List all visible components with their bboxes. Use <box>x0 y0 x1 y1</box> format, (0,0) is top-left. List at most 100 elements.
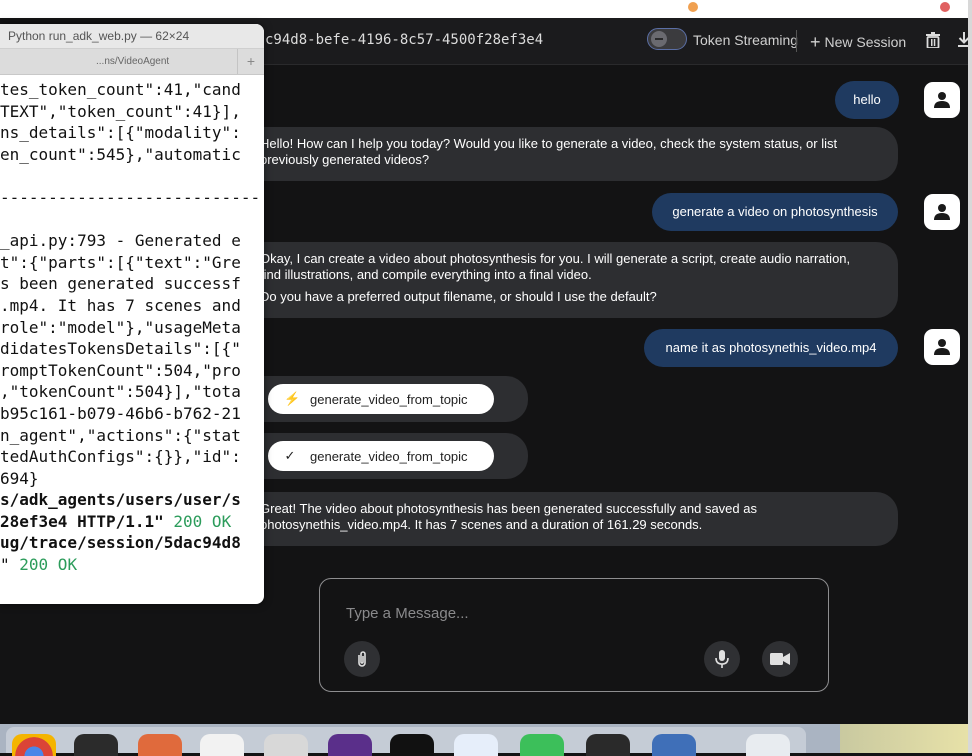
terminal-line-text: role":"model"},"usageMeta <box>0 317 241 337</box>
user-avatar-icon <box>924 194 960 230</box>
terminal-line: ns_details":[{"modality": <box>0 122 264 144</box>
terminal-line <box>0 165 264 187</box>
terminal-line: ug/trace/session/5dac94d8 <box>0 532 264 554</box>
terminal-line-text: ns_details":[{"modality": <box>0 123 241 143</box>
terminal-line-text: TEXT","token_count":41}], <box>0 101 241 121</box>
terminal-line: 694} <box>0 468 264 490</box>
toggle-knob <box>651 31 667 47</box>
terminal-output: tes_token_count":41,"cand TEXT","token_co… <box>0 75 264 576</box>
window-edge <box>968 0 972 753</box>
mic-button[interactable] <box>704 641 740 677</box>
message-text: hello <box>853 92 881 107</box>
terminal-line: romptTokenCount":504,"pro <box>0 360 264 382</box>
terminal-line: 28ef3e4 HTTP/1.1" 200 OK <box>0 511 264 533</box>
user-message: name it as photosynethis_video.mp4 <box>644 329 898 367</box>
terminal-tab[interactable]: ...ns/VideoAgent <box>96 56 169 67</box>
bot-message: Great! The video about photosynthesis ha… <box>260 492 898 546</box>
terminal-line-text: tes_token_count":41,"cand <box>0 80 241 99</box>
terminal-line-text: 694} <box>0 468 39 488</box>
checkmark-icon: ✓ <box>284 448 296 463</box>
terminal-line <box>0 209 264 231</box>
paperclip-icon <box>358 651 366 667</box>
video-camera-icon <box>770 653 790 665</box>
terminal-line: ,"tokenCount":504}],"tota <box>0 381 264 403</box>
terminal-title-bar: Python run_adk_web.py — 62×24 <box>0 24 264 49</box>
terminal-line-text: t":{"parts":[{"text":"Gre <box>0 252 241 272</box>
user-avatar-icon <box>924 82 960 118</box>
tool-result-label: generate_video_from_topic <box>310 448 468 464</box>
new-session-label: New Session <box>824 34 907 50</box>
terminal-line-text <box>0 210 10 229</box>
token-streaming-toggle[interactable] <box>647 28 687 50</box>
plus-icon: + <box>810 32 821 52</box>
terminal-line-text <box>0 166 10 185</box>
message-composer <box>319 578 829 692</box>
terminal-line: didatesTokensDetails":[{" <box>0 338 264 360</box>
terminal-line-text: s/adk_agents/users/user/s <box>0 490 241 510</box>
terminal-line-text: 28ef3e4 HTTP/1.1" <box>0 511 164 531</box>
terminal-line: s been generated successf <box>0 273 264 295</box>
token-streaming-label: Token Streaming <box>693 32 799 48</box>
user-message: hello <box>835 81 899 119</box>
terminal-line-text: --------------------------- <box>0 187 261 207</box>
tool-call-label: generate_video_from_topic <box>310 391 468 407</box>
microphone-icon <box>715 650 729 668</box>
terminal-line: TEXT","token_count":41}], <box>0 101 264 123</box>
terminal-line-text: romptTokenCount":504,"pro <box>0 360 241 380</box>
terminal-line: role":"model"},"usageMeta <box>0 317 264 339</box>
message-text: Do you have a preferred output filename,… <box>260 289 657 304</box>
user-avatar-icon <box>924 329 960 365</box>
message-text: Okay, I can create a video about photosy… <box>260 251 851 282</box>
terminal-line: t":{"parts":[{"text":"Gre <box>0 252 264 274</box>
terminal-window: Python run_adk_web.py — 62×24 ...ns/Vide… <box>0 24 264 604</box>
terminal-line: .mp4. It has 7 scenes and <box>0 295 264 317</box>
menu-bar-strip <box>0 0 972 18</box>
trash-icon[interactable] <box>926 32 940 48</box>
message-input[interactable] <box>344 601 788 625</box>
bot-message: Okay, I can create a video about photosy… <box>260 242 898 318</box>
chat-area: hello Hello! How can I help you today? W… <box>150 64 968 724</box>
message-text: name it as photosynethis_video.mp4 <box>665 340 877 355</box>
message-text: Great! The video about photosynthesis ha… <box>260 501 757 532</box>
terminal-line: " 200 OK <box>0 554 264 576</box>
http-status-ok: 200 OK <box>163 511 232 531</box>
dock <box>0 724 972 756</box>
terminal-line: b95c161-b079-46b6-b762-21 <box>0 403 264 425</box>
attach-button[interactable] <box>344 641 380 677</box>
terminal-line: --------------------------- <box>0 187 264 209</box>
terminal-title: Python run_adk_web.py — 62×24 <box>8 29 190 43</box>
terminal-line-text: didatesTokensDetails":[{" <box>0 339 241 359</box>
video-button[interactable] <box>762 641 798 677</box>
http-status-ok: 200 OK <box>9 555 78 575</box>
terminal-line: s/adk_agents/users/user/s <box>0 489 264 511</box>
terminal-line-text: ug/trace/session/5dac94d8 <box>0 533 241 553</box>
new-tab-button[interactable]: + <box>237 49 264 74</box>
terminal-tab-bar: ...ns/VideoAgent + <box>0 49 264 75</box>
tool-result-row: ✓ generate_video_from_topic <box>260 433 528 479</box>
terminal-line-text: b95c161-b079-46b6-b762-21 <box>0 403 241 423</box>
tool-call-chip[interactable]: ⚡ generate_video_from_topic <box>268 384 494 414</box>
new-session-button[interactable]: + New Session <box>810 31 906 52</box>
terminal-line-text: s been generated successf <box>0 274 241 294</box>
terminal-line-text: _api.py:793 - Generated e <box>0 231 241 251</box>
lightning-icon: ⚡ <box>284 391 301 406</box>
terminal-line-text: " <box>0 555 10 575</box>
user-message: generate a video on photosynthesis <box>652 193 898 231</box>
tool-result-chip[interactable]: ✓ generate_video_from_topic <box>268 441 494 471</box>
terminal-line: _api.py:793 - Generated e <box>0 230 264 252</box>
terminal-line: tes_token_count":41,"cand <box>0 79 264 101</box>
terminal-line-text: tedAuthConfigs":{}},"id": <box>0 447 241 467</box>
session-id: c94d8-befe-4196-8c57-4500f28ef3e4 <box>265 32 544 48</box>
bot-message: Hello! How can I help you today? Would y… <box>260 127 898 181</box>
tool-call-row: ⚡ generate_video_from_topic <box>260 376 528 422</box>
message-text: generate a video on photosynthesis <box>672 204 878 219</box>
terminal-line: n_agent","actions":{"stat <box>0 425 264 447</box>
status-dot <box>940 2 950 12</box>
terminal-line: tedAuthConfigs":{}},"id": <box>0 446 264 468</box>
terminal-line-text: ,"tokenCount":504}],"tota <box>0 382 241 402</box>
status-dot <box>688 2 698 12</box>
message-text: Hello! How can I help you today? Would y… <box>260 136 838 167</box>
terminal-line-text: n_agent","actions":{"stat <box>0 425 241 445</box>
terminal-line-text: en_count":545},"automatic <box>0 144 241 164</box>
app-header: c94d8-befe-4196-8c57-4500f28ef3e4 Token … <box>150 18 970 65</box>
